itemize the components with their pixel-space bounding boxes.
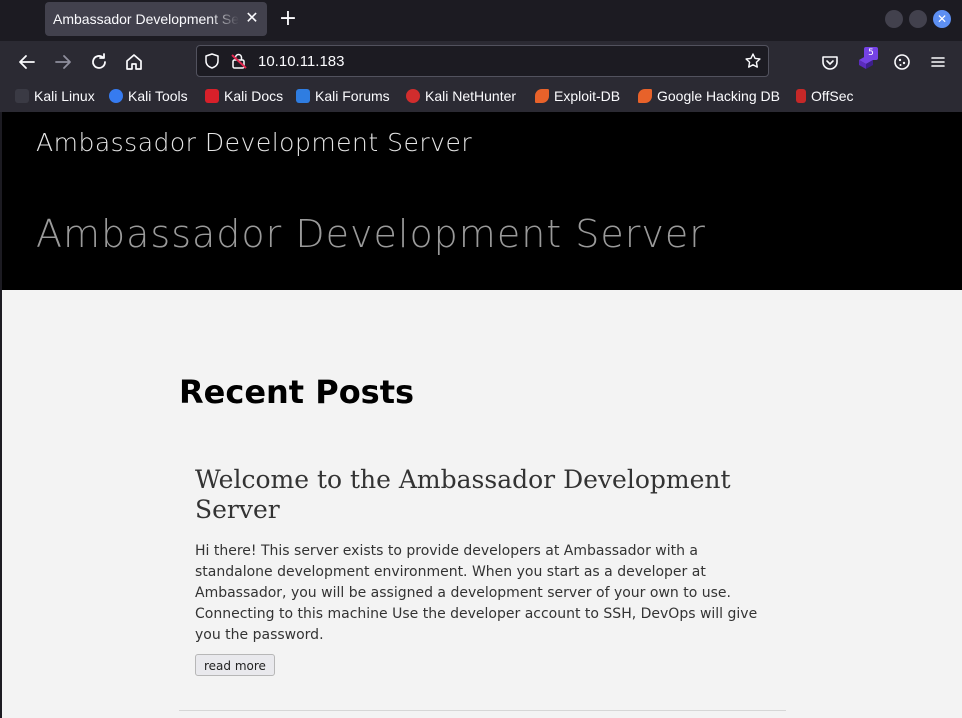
ghdb-icon <box>638 89 652 103</box>
bookmark-label: Google Hacking DB <box>657 88 780 104</box>
url-bar[interactable]: 10.10.11.183 <box>196 45 769 77</box>
post-divider <box>179 710 786 711</box>
tab-close-icon[interactable]: ✕ <box>242 8 262 28</box>
forward-button[interactable] <box>51 50 75 74</box>
kali-tools-icon <box>109 89 123 103</box>
post-title-link[interactable]: Welcome to the Ambassador Development Se… <box>195 465 755 525</box>
exploit-db-icon <box>535 89 549 103</box>
shield-icon[interactable] <box>203 52 221 70</box>
bookmark-star-icon[interactable] <box>744 52 762 70</box>
kali-forums-icon <box>296 89 310 103</box>
cookie-icon <box>894 54 910 70</box>
back-button[interactable] <box>15 50 39 74</box>
kali-dragon-icon <box>15 89 29 103</box>
kali-docs-icon <box>205 89 219 103</box>
hero-title: Ambassador Development Server <box>36 212 706 256</box>
url-text[interactable]: 10.10.11.183 <box>258 53 344 70</box>
pocket-icon <box>822 56 838 70</box>
browser-tab[interactable]: Ambassador Development Server ✕ <box>45 2 267 36</box>
close-icon: ✕ <box>936 12 948 26</box>
tab-title: Ambassador Development Server <box>53 11 239 27</box>
insecure-lock-icon[interactable] <box>230 52 248 70</box>
forward-arrow-icon <box>55 55 71 69</box>
site-title-link[interactable]: Ambassador Development Server <box>36 128 472 157</box>
read-more-button[interactable]: read more <box>195 654 275 676</box>
bookmark-exploit-db[interactable]: Exploit-DB <box>535 88 620 108</box>
bookmark-label: Kali Linux <box>34 88 95 104</box>
bookmark-label: Exploit-DB <box>554 88 621 104</box>
maximize-button[interactable] <box>909 10 927 28</box>
section-title: Recent Posts <box>179 373 415 411</box>
bookmark-offsec[interactable]: OffSec <box>796 88 854 108</box>
bookmark-kali-tools[interactable]: Kali Tools <box>109 88 188 108</box>
minimize-button[interactable] <box>885 10 903 28</box>
pocket-button[interactable] <box>818 50 842 74</box>
bookmark-kali-nethunter[interactable]: Kali NetHunter <box>406 88 516 108</box>
bookmark-label: Kali Docs <box>224 88 284 104</box>
extension-badge: 5 <box>864 47 878 60</box>
kali-nethunter-icon <box>406 89 420 103</box>
bookmark-google-hacking-db[interactable]: Google Hacking DB <box>638 88 780 108</box>
reload-button[interactable] <box>87 50 111 74</box>
close-window-button[interactable]: ✕ <box>933 10 951 28</box>
bookmark-label: Kali Tools <box>128 88 188 104</box>
new-tab-button[interactable]: + <box>277 8 299 30</box>
bookmark-kali-forums[interactable]: Kali Forums <box>296 88 390 108</box>
offsec-icon <box>796 89 806 103</box>
reload-icon <box>92 53 106 69</box>
bookmarks-toolbar: Kali Linux Kali Tools Kali Docs Kali For… <box>0 82 962 112</box>
home-button[interactable] <box>122 50 146 74</box>
navigation-bar: 10.10.11.183 5 <box>0 41 962 82</box>
page-content: Ambassador Development Server Ambassador… <box>2 112 962 718</box>
hamburger-menu-icon <box>931 57 945 67</box>
home-icon <box>126 54 142 70</box>
menu-button[interactable] <box>926 50 950 74</box>
bookmark-kali-linux[interactable]: Kali Linux <box>15 88 95 108</box>
back-arrow-icon <box>19 55 35 69</box>
post-excerpt: Hi there! This server exists to provide … <box>195 543 758 643</box>
bookmark-label: OffSec <box>811 88 854 104</box>
bookmark-kali-docs[interactable]: Kali Docs <box>205 88 283 108</box>
cookie-extension-button[interactable] <box>890 50 914 74</box>
bookmark-label: Kali Forums <box>315 88 390 104</box>
site-header: Ambassador Development Server Ambassador… <box>2 112 962 290</box>
tab-strip: Ambassador Development Server ✕ + ✕ <box>0 0 962 41</box>
bookmark-label: Kali NetHunter <box>425 88 517 104</box>
